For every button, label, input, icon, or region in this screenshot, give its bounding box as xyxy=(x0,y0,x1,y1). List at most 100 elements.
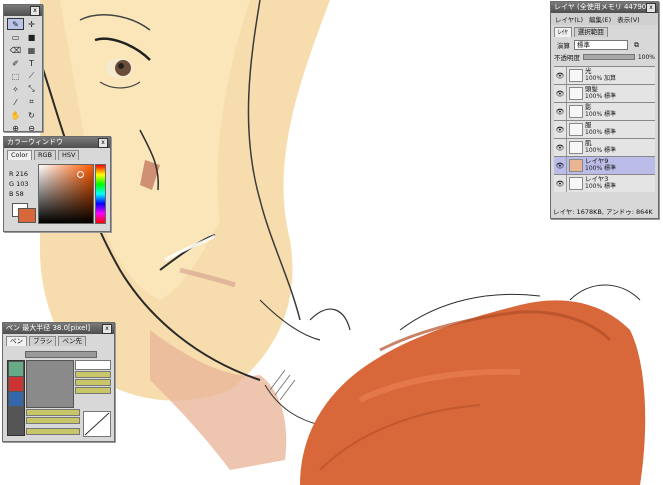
brush-tool-icon[interactable]: ✐ xyxy=(7,57,24,69)
menu-view[interactable]: 表示(V) xyxy=(617,14,640,24)
layer-mode: 100% 標準 xyxy=(585,183,617,190)
rgb-readout: R 216 G 103 B 58 xyxy=(9,169,29,199)
rotate-tool-icon[interactable]: ↻ xyxy=(23,109,40,121)
layer-name: レイヤ3 xyxy=(585,175,609,183)
eye-icon[interactable]: 👁 xyxy=(554,85,567,102)
color-window-title: カラーウィンドウ xyxy=(7,138,63,146)
b-label: B xyxy=(9,190,14,198)
tab-brush[interactable]: ブラシ xyxy=(29,336,57,346)
eye-icon[interactable]: 👁 xyxy=(554,157,567,174)
layer-thumbnail xyxy=(569,87,583,100)
layer-window: レイヤ (全使用メモリ 44790... x レイヤ(L) 編集(E) 表示(V… xyxy=(550,1,659,219)
picker-cursor[interactable] xyxy=(77,171,84,178)
pen-tool-icon[interactable]: ✎ xyxy=(7,18,24,30)
zoom-out-icon[interactable]: ⊖ xyxy=(23,122,40,134)
menu-layer[interactable]: レイヤ(L) xyxy=(555,14,583,24)
layer-row[interactable]: 👁 肌 100% 標準 xyxy=(554,138,655,156)
eyedropper-tool-icon[interactable]: ⁄ xyxy=(7,96,24,108)
lasso-tool-icon[interactable]: ⟋ xyxy=(23,70,40,82)
brush-shape-options[interactable] xyxy=(75,360,111,394)
density-slider[interactable] xyxy=(26,417,80,424)
layer-mode: 100% 加算 xyxy=(585,75,617,82)
layer-row[interactable]: 👁 光 100% 加算 xyxy=(554,66,655,84)
eye-icon[interactable]: 👁 xyxy=(554,121,567,138)
layer-row[interactable]: 👁 服 100% 標準 xyxy=(554,120,655,138)
pen-window-title-bar[interactable]: ペン 最大半径 38.0[pixel] x xyxy=(3,323,114,334)
opacity-slider[interactable] xyxy=(583,54,635,60)
close-button[interactable]: x xyxy=(98,138,108,148)
layer-name: 服 xyxy=(585,121,592,129)
opacity-label: 不透明度 xyxy=(554,54,580,62)
lock-icon[interactable]: ⧉ xyxy=(634,41,639,50)
pen-window-title: ペン 最大半径 38.0[pixel] xyxy=(6,324,91,332)
saturation-value-picker[interactable] xyxy=(38,164,94,224)
pen-window: ペン 最大半径 38.0[pixel] x ペン ブラシ ペン先 xyxy=(2,322,115,442)
layer-mode: 100% 標準 xyxy=(585,129,617,136)
g-label: G xyxy=(9,180,15,188)
close-button[interactable]: x xyxy=(102,324,112,334)
tab-rgb[interactable]: RGB xyxy=(33,150,56,160)
toolbox-title-bar[interactable]: x xyxy=(4,5,42,16)
opacity-slider[interactable] xyxy=(26,409,80,416)
tab-pen-tip[interactable]: ペン先 xyxy=(58,336,86,346)
g-value: 103 xyxy=(16,180,29,188)
crop-tool-icon[interactable]: ⌗ xyxy=(23,96,40,108)
eye-icon[interactable]: 👁 xyxy=(554,139,567,156)
color-window-title-bar[interactable]: カラーウィンドウ x xyxy=(4,137,110,148)
transform-tool-icon[interactable]: ⤡ xyxy=(23,83,40,95)
pressure-curve-graph xyxy=(84,412,110,436)
layer-row[interactable]: 👁 頭髪 100% 標準 xyxy=(554,84,655,102)
layer-row[interactable]: 👁 レイヤ3 100% 標準 xyxy=(554,174,655,192)
gradient-tool-icon[interactable]: ▦ xyxy=(23,44,40,56)
menu-edit[interactable]: 編集(E) xyxy=(589,14,611,24)
eye-icon[interactable]: 👁 xyxy=(554,103,567,120)
text-tool-icon[interactable]: T xyxy=(23,57,40,69)
eye-icon[interactable]: 👁 xyxy=(554,175,567,192)
blend-mode-select[interactable]: 標準 xyxy=(574,40,628,50)
layer-name: レイヤ9 xyxy=(585,157,609,165)
tab-color[interactable]: Color xyxy=(7,150,32,160)
layer-thumbnail xyxy=(569,69,583,82)
blend-slider[interactable] xyxy=(26,428,80,435)
eye-icon[interactable]: 👁 xyxy=(554,67,567,84)
tab-selection[interactable]: 選択範囲 xyxy=(573,27,608,37)
close-button[interactable]: x xyxy=(646,3,656,13)
magic-wand-tool-icon[interactable]: ✧ xyxy=(7,83,24,95)
marquee-tool-icon[interactable]: ⬚ xyxy=(7,70,24,82)
layer-row-selected[interactable]: 👁 レイヤ9 100% 標準 xyxy=(554,156,655,174)
layer-name: 頭髪 xyxy=(585,85,598,93)
layer-thumbnail xyxy=(569,159,583,172)
layer-thumbnail xyxy=(569,123,583,136)
layer-mode: 100% 標準 xyxy=(585,111,617,118)
pressure-curve[interactable] xyxy=(83,411,111,437)
layer-thumbnail xyxy=(569,177,583,190)
rect-select-tool-icon[interactable]: ▭ xyxy=(7,31,24,43)
hue-slider[interactable] xyxy=(95,164,106,224)
hand-tool-icon[interactable]: ✋ xyxy=(7,109,24,121)
brush-preview xyxy=(26,360,74,408)
brush-preset-list[interactable] xyxy=(7,360,25,436)
layer-thumbnail xyxy=(569,141,583,154)
zoom-in-icon[interactable]: ⊕ xyxy=(7,122,24,134)
layer-window-title: レイヤ (全使用メモリ 44790... xyxy=(554,3,653,11)
toolbox-panel: x ✎ ✛ ▭ ■ ⌫ ▦ ✐ T ⬚ ⟋ ✧ ⤡ ⁄ ⌗ ✋ ↻ ⊕ ⊖ xyxy=(3,4,43,134)
layer-mode: 100% 標準 xyxy=(585,147,617,154)
blend-mode-label: 演算 xyxy=(557,42,570,50)
fill-tool-icon[interactable]: ■ xyxy=(23,31,40,43)
layer-mode: 100% 標準 xyxy=(585,165,617,172)
layer-list: 👁 光 100% 加算 👁 頭髪 100% 標準 👁 影 100% 標準 👁 服 100… xyxy=(554,66,655,192)
tab-pen[interactable]: ペン xyxy=(6,336,27,346)
move-tool-icon[interactable]: ✛ xyxy=(23,18,40,30)
tab-layer[interactable]: ﾚｲﾔ xyxy=(554,27,572,37)
tab-hsv[interactable]: HSV xyxy=(58,150,80,160)
r-value: 216 xyxy=(15,170,29,178)
close-button[interactable]: x xyxy=(30,6,40,16)
current-color-swatch[interactable] xyxy=(18,208,36,223)
layer-thumbnail xyxy=(569,105,583,118)
color-window: カラーウィンドウ x Color RGB HSV R 216 G 103 B 5… xyxy=(3,136,111,232)
eraser-tool-icon[interactable]: ⌫ xyxy=(7,44,24,56)
layer-row[interactable]: 👁 影 100% 標準 xyxy=(554,102,655,120)
b-value: 58 xyxy=(15,190,24,198)
layer-window-title-bar[interactable]: レイヤ (全使用メモリ 44790... x xyxy=(551,2,658,13)
brush-size-slider[interactable] xyxy=(25,351,97,358)
